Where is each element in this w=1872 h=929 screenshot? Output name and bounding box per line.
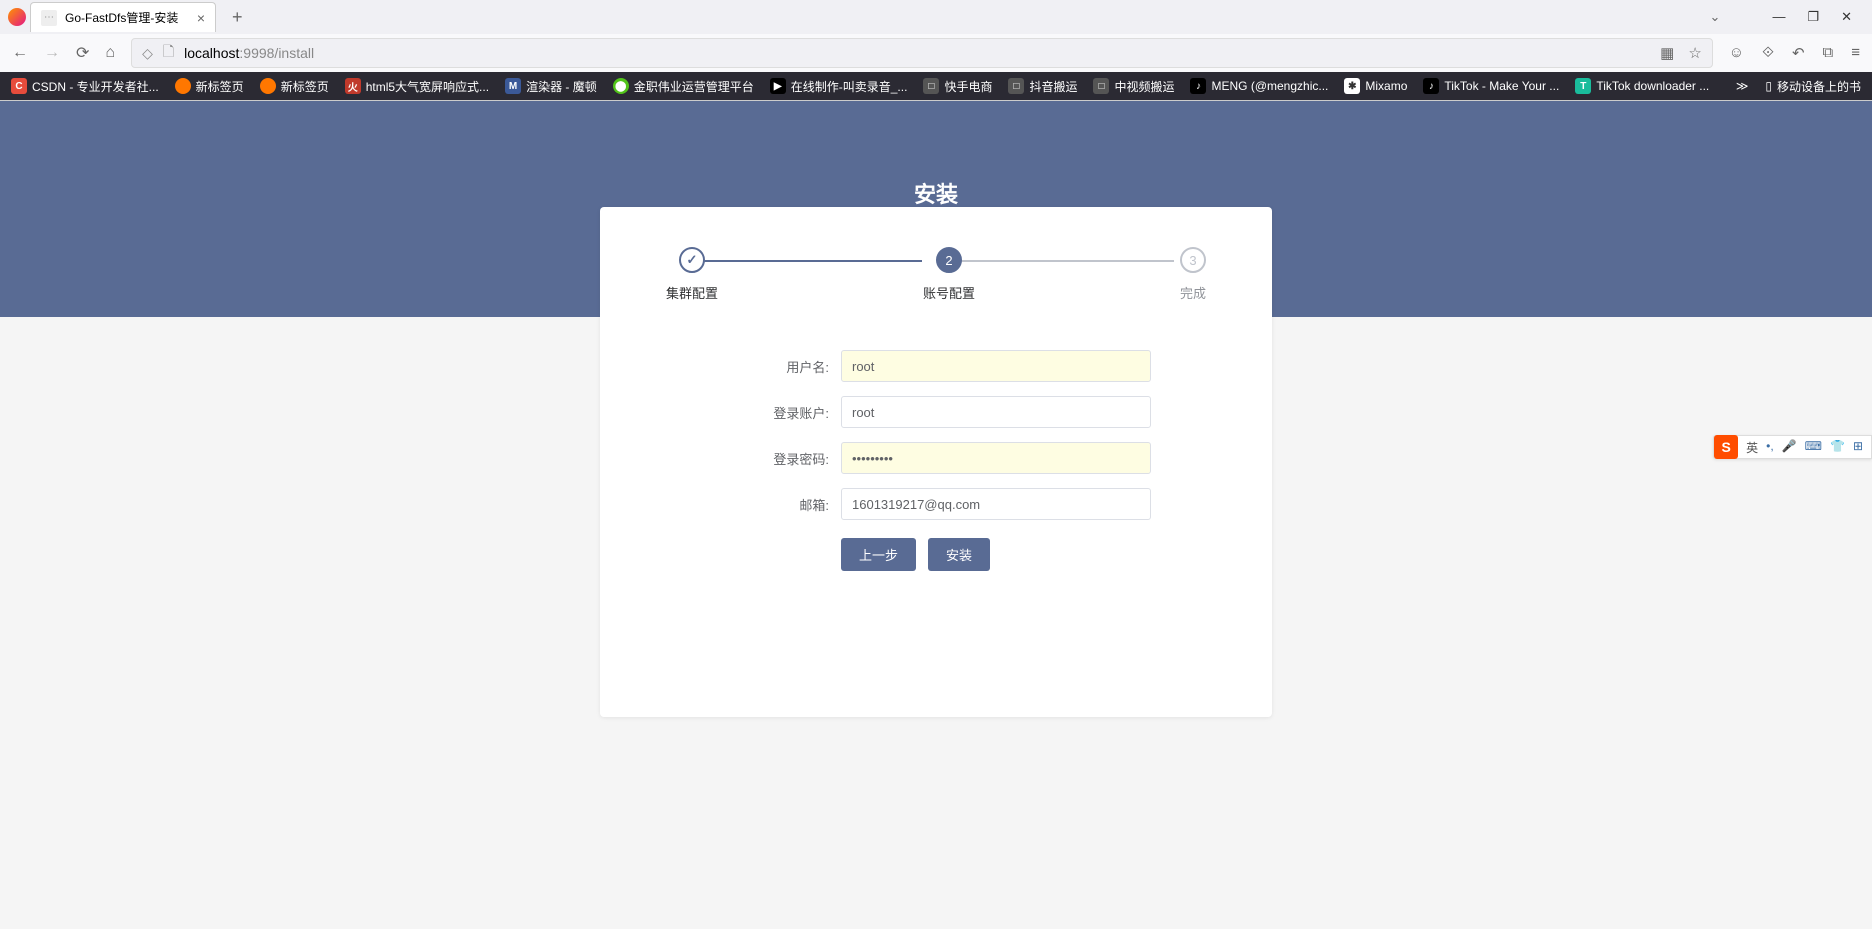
bookmark-meng[interactable]: ♪MENG (@mengzhic... — [1183, 74, 1335, 98]
step-3: 3 完成 — [1180, 247, 1206, 302]
row-email: 邮箱: — [721, 488, 1151, 520]
install-button[interactable]: 安装 — [928, 538, 990, 571]
bookmark-renderer[interactable]: M渲染器 - 魔顿 — [498, 74, 604, 99]
url-text: localhost:9998/install — [184, 45, 314, 61]
tab-close-icon[interactable]: × — [197, 10, 205, 26]
step-1: 集群配置 — [666, 247, 718, 302]
ime-mic-icon[interactable]: 🎤 — [1782, 439, 1797, 456]
page-title: 安装 — [0, 177, 1872, 209]
bookmark-csdn[interactable]: CCSDN - 专业开发者社... — [4, 74, 166, 99]
firefox-logo-icon — [8, 8, 26, 26]
account-input[interactable] — [841, 396, 1151, 428]
account-icon[interactable]: ☺ — [1729, 44, 1744, 62]
qr-icon[interactable]: ▦ — [1660, 44, 1674, 62]
bookmark-record[interactable]: ▶在线制作-叫卖录音_... — [763, 74, 915, 99]
step-line-1 — [698, 260, 922, 262]
url-bar[interactable]: ◇ 🗋 localhost:9998/install ▦ ☆ — [131, 38, 1713, 68]
tabs-dropdown-icon[interactable]: ⌄ — [1710, 9, 1721, 25]
library-icon[interactable]: ⧉ — [1823, 44, 1834, 62]
history-back-icon[interactable]: ↶ — [1792, 44, 1805, 62]
new-tab-button[interactable]: + — [224, 3, 251, 32]
steps: 集群配置 2 账号配置 3 完成 — [666, 247, 1206, 302]
step-2-label: 账号配置 — [923, 283, 975, 302]
extension-icon[interactable]: ⟐ — [1762, 44, 1774, 62]
step-1-check-icon — [679, 247, 705, 273]
shield-icon[interactable]: ◇ — [142, 45, 153, 62]
ime-lang[interactable]: 英 — [1746, 439, 1758, 456]
step-3-icon: 3 — [1180, 247, 1206, 273]
step-2: 2 账号配置 — [923, 247, 975, 302]
form-actions: 上一步 安装 — [841, 538, 1151, 571]
ime-grid-icon[interactable]: ⊞ — [1853, 439, 1863, 456]
lock-icon[interactable]: 🗋 — [163, 41, 174, 65]
bookmark-star-icon[interactable]: ☆ — [1688, 44, 1701, 62]
window-controls: ⌄ — ❐ ✕ — [1710, 9, 1872, 25]
window-close-icon[interactable]: ✕ — [1841, 9, 1852, 25]
bookmark-mobile[interactable]: ▯移动设备上的书 — [1758, 74, 1868, 99]
step-line-2 — [950, 260, 1174, 262]
nav-reload-icon[interactable]: ⟳ — [76, 43, 89, 63]
bookmark-newtab1[interactable]: 新标签页 — [168, 74, 251, 99]
bookmark-tiktok[interactable]: ♪TikTok - Make Your ... — [1416, 74, 1566, 98]
ime-widget[interactable]: S 英 •, 🎤 ⌨ 👕 ⊞ — [1713, 435, 1872, 459]
tab-title: Go-FastDfs管理-安装 — [65, 9, 189, 26]
email-input[interactable] — [841, 488, 1151, 520]
nav-home-icon[interactable]: ⌂ — [105, 44, 115, 62]
bookmark-kuaishou[interactable]: □快手电商 — [916, 74, 999, 99]
step-1-label: 集群配置 — [666, 283, 718, 302]
menu-icon[interactable]: ≡ — [1851, 44, 1860, 62]
bookmark-mixamo[interactable]: ✱Mixamo — [1337, 74, 1414, 98]
ime-keyboard-icon[interactable]: ⌨ — [1805, 439, 1822, 456]
bookmark-douyin[interactable]: □抖音搬运 — [1001, 74, 1084, 99]
window-minimize-icon[interactable]: — — [1772, 9, 1785, 25]
bookmarks-overflow-icon[interactable]: ≫ — [1728, 75, 1757, 97]
window-maximize-icon[interactable]: ❐ — [1807, 9, 1819, 25]
ime-punct-icon[interactable]: •, — [1766, 439, 1774, 456]
nav-bar: ← → ⟳ ⌂ ◇ 🗋 localhost:9998/install ▦ ☆ ☺… — [0, 34, 1872, 72]
tab-bar: ⋯ Go-FastDfs管理-安装 × + ⌄ — ❐ ✕ — [0, 0, 1872, 34]
nav-forward-icon[interactable]: → — [44, 44, 60, 62]
row-username: 用户名: — [721, 350, 1151, 382]
ime-items: 英 •, 🎤 ⌨ 👕 ⊞ — [1738, 439, 1871, 456]
toolbar-right: ☺ ⟐ ↶ ⧉ ≡ — [1729, 44, 1860, 62]
bookmarks-bar: CCSDN - 专业开发者社... 新标签页 新标签页 火html5大气宽屏响应… — [0, 72, 1872, 100]
sogou-logo-icon: S — [1714, 435, 1738, 459]
step-2-icon: 2 — [936, 247, 962, 273]
browser-tab[interactable]: ⋯ Go-FastDfs管理-安装 × — [30, 2, 216, 32]
ime-skin-icon[interactable]: 👕 — [1830, 439, 1845, 456]
bookmark-newtab2[interactable]: 新标签页 — [253, 74, 336, 99]
row-password: 登录密码: — [721, 442, 1151, 474]
tab-favicon-icon: ⋯ — [41, 10, 57, 26]
install-form: 用户名: 登录账户: 登录密码: 邮箱: 上一步 安装 — [721, 350, 1151, 571]
nav-back-icon[interactable]: ← — [12, 44, 28, 62]
step-3-label: 完成 — [1180, 283, 1206, 302]
username-input[interactable] — [841, 350, 1151, 382]
bookmark-zhongshipin[interactable]: □中视频搬运 — [1086, 74, 1181, 99]
browser-chrome: ⋯ Go-FastDfs管理-安装 × + ⌄ — ❐ ✕ ← → ⟳ ⌂ ◇ … — [0, 0, 1872, 101]
username-label: 用户名: — [721, 357, 841, 376]
install-card: 集群配置 2 账号配置 3 完成 用户名: 登录账户: 登录密码: 邮箱: 上一… — [600, 207, 1272, 717]
account-label: 登录账户: — [721, 403, 841, 422]
bookmark-jinzhi[interactable]: ⬤金职伟业运营管理平台 — [606, 74, 761, 99]
email-label: 邮箱: — [721, 495, 841, 514]
bookmark-tiktok-dl[interactable]: TTikTok downloader ... — [1568, 74, 1716, 98]
password-label: 登录密码: — [721, 449, 841, 468]
prev-button[interactable]: 上一步 — [841, 538, 916, 571]
bookmark-html5[interactable]: 火html5大气宽屏响应式... — [338, 74, 496, 99]
password-input[interactable] — [841, 442, 1151, 474]
row-account: 登录账户: — [721, 396, 1151, 428]
